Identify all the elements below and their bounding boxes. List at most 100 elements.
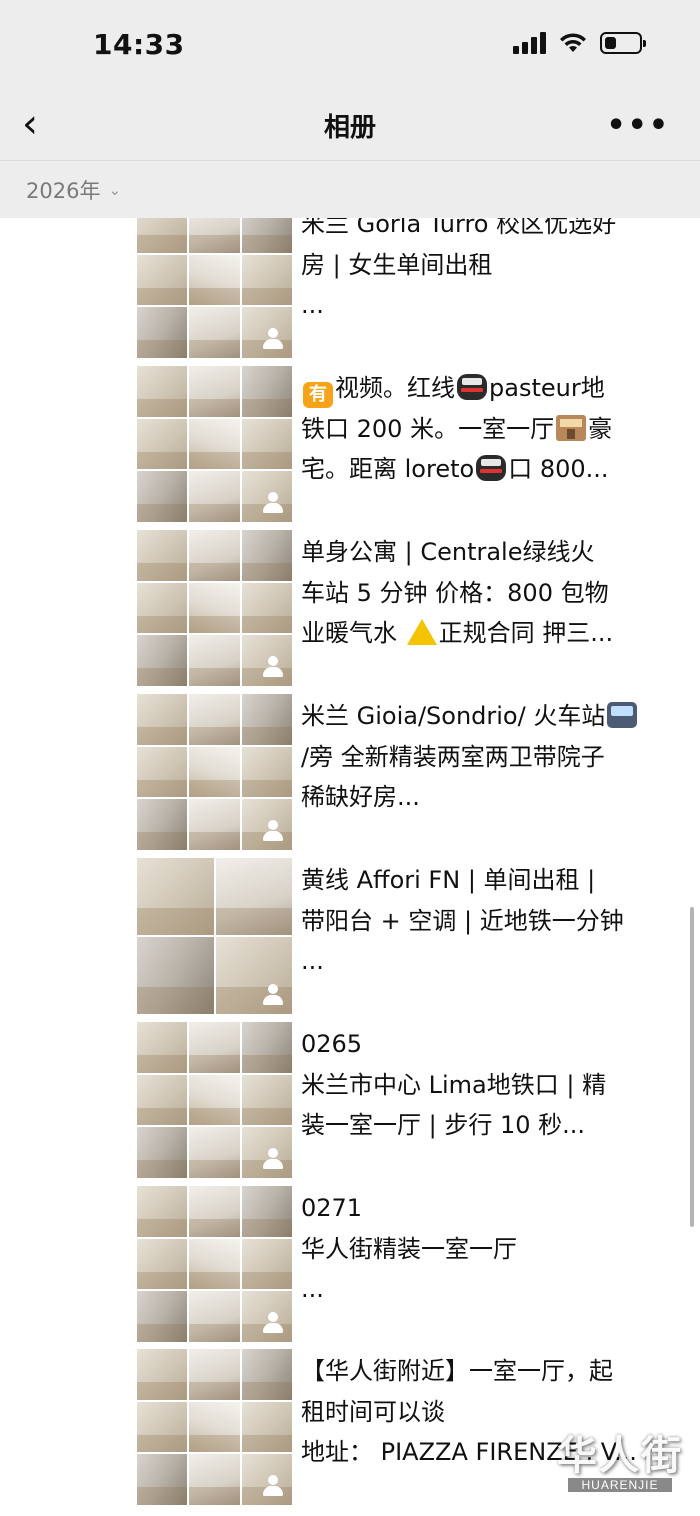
photo-thumbnail[interactable]	[189, 799, 240, 850]
photo-thumbnail[interactable]	[189, 1454, 240, 1505]
photo-thumbnail[interactable]	[189, 582, 240, 634]
caption-text: 铁口 200 米。一室一厅	[301, 414, 555, 443]
photo-thumbnail[interactable]	[137, 1349, 188, 1400]
photo-thumbnail[interactable]	[137, 858, 214, 935]
metro-emoji-icon	[457, 374, 487, 400]
post-caption[interactable]: 0265 米兰市中心 Lima地铁口 | 精 装一室一厅 | 步行 10 秒..…	[301, 1024, 653, 1146]
caption-line: ...	[301, 947, 324, 975]
page-title: 相册	[323, 113, 376, 143]
train-emoji-icon	[607, 702, 638, 728]
photo-thumbnail[interactable]	[241, 1238, 292, 1290]
photo-thumbnail[interactable]	[241, 694, 292, 745]
photo-thumbnail[interactable]	[241, 366, 292, 417]
album-feed[interactable]: 米兰 Gorla Turro 校区优选好 房 | 女生单间出租 ... 有视频。…	[0, 156, 700, 1516]
photo-thumbnail[interactable]	[137, 366, 188, 417]
caption-line: 装一室一厅 | 步行 10 秒...	[301, 1111, 586, 1139]
photo-thumbnail[interactable]	[241, 1074, 292, 1126]
photo-thumbnail[interactable]	[137, 1127, 188, 1178]
caption-line: ...	[301, 291, 324, 319]
caption-line: 黄线 Affori FN | 单间出租 |	[301, 866, 596, 894]
photo-thumbnail[interactable]	[189, 1238, 240, 1290]
album-post[interactable]: 0271 华人街精装一室一厅 ...	[137, 1186, 667, 1342]
post-caption[interactable]: 米兰 Gioia/Sondrio/ 火车站 /旁 全新精装两室两卫带院子 稀缺好…	[301, 696, 653, 818]
watermark-logo: 华人街 HUARENJIE	[550, 1434, 690, 1498]
caption-line: 带阳台 + 空调 | 近地铁一分钟	[301, 906, 624, 935]
watermark-cn: 华人街	[557, 1432, 683, 1479]
album-post[interactable]: 单身公寓 | Centrale绿线火 车站 5 分钟 价格：800 包物 业暖气…	[137, 530, 667, 686]
photo-thumbnail[interactable]	[189, 1349, 240, 1400]
photo-thumbnail[interactable]	[137, 471, 188, 522]
post-caption[interactable]: 0271 华人街精装一室一厅 ...	[301, 1188, 653, 1310]
photo-thumbnail[interactable]	[241, 418, 292, 470]
post-caption[interactable]: 米兰 Gorla Turro 校区优选好 房 | 女生单间出租 ...	[301, 204, 653, 326]
photo-thumbnail[interactable]	[137, 937, 214, 1014]
photo-thumbnail[interactable]	[137, 530, 188, 581]
photo-thumbnail[interactable]	[137, 746, 188, 798]
photo-thumbnail[interactable]	[189, 366, 240, 417]
post-caption[interactable]: 单身公寓 | Centrale绿线火 车站 5 分钟 价格：800 包物 业暖气…	[301, 532, 653, 654]
album-post[interactable]: 0265 米兰市中心 Lima地铁口 | 精 装一室一厅 | 步行 10 秒..…	[137, 1022, 667, 1178]
caption-text: 宅。距离 loreto	[301, 455, 475, 483]
photo-thumbnail[interactable]	[189, 694, 240, 745]
cellular-signal-icon	[513, 32, 546, 54]
photo-thumbnail[interactable]	[189, 307, 240, 358]
wifi-icon	[560, 33, 586, 52]
user-icon	[262, 820, 284, 842]
photo-thumbnail[interactable]	[137, 254, 188, 306]
album-post[interactable]: 米兰 Gorla Turro 校区优选好 房 | 女生单间出租 ...	[137, 202, 667, 358]
caption-line: 房 | 女生单间出租	[301, 250, 493, 279]
photo-thumbnail[interactable]	[241, 582, 292, 634]
photo-thumbnail[interactable]	[241, 1349, 292, 1400]
photo-thumbnail[interactable]	[137, 1238, 188, 1290]
caption-line: ...	[301, 1275, 324, 1303]
photo-thumbnail[interactable]	[137, 694, 188, 745]
photo-thumbnail[interactable]	[241, 254, 292, 306]
album-post[interactable]: 有视频。红线 pasteur地 铁口 200 米。一室一厅 豪 宅。距离 loret…	[137, 366, 667, 522]
more-options-button[interactable]: •••	[606, 108, 670, 143]
photo-thumbnail[interactable]	[189, 530, 240, 581]
year-filter-dropdown[interactable]: 2026年 ⌄	[26, 175, 121, 205]
photo-thumbnail[interactable]	[137, 635, 188, 686]
battery-icon	[600, 32, 646, 54]
photo-thumbnail[interactable]	[189, 746, 240, 798]
post-caption[interactable]: 黄线 Affori FN | 单间出租 | 带阳台 + 空调 | 近地铁一分钟 …	[301, 860, 653, 982]
photo-thumbnail[interactable]	[189, 471, 240, 522]
metro-emoji-icon	[476, 455, 507, 481]
post-caption[interactable]: 有视频。红线 pasteur地 铁口 200 米。一室一厅 豪 宅。距离 loret…	[301, 368, 653, 490]
album-post[interactable]: 米兰 Gioia/Sondrio/ 火车站 /旁 全新精装两室两卫带院子 稀缺好…	[137, 694, 667, 850]
photo-thumbnail[interactable]	[241, 1186, 292, 1237]
photo-thumbnail[interactable]	[137, 1291, 188, 1342]
photo-thumbnail[interactable]	[137, 1401, 188, 1453]
photo-thumbnail[interactable]	[137, 582, 188, 634]
photo-thumbnail[interactable]	[189, 1074, 240, 1126]
photo-thumbnail[interactable]	[189, 418, 240, 470]
photo-thumbnail[interactable]	[137, 1454, 188, 1505]
photo-thumbnail[interactable]	[241, 530, 292, 581]
scrollbar[interactable]	[690, 907, 694, 1227]
photo-thumbnail[interactable]	[137, 1022, 188, 1073]
photo-thumbnail[interactable]	[189, 1291, 240, 1342]
caption-line: 米兰市中心 Lima地铁口 | 精	[301, 1070, 607, 1099]
photo-thumbnail[interactable]	[189, 1401, 240, 1453]
caption-text: pasteur地	[489, 374, 605, 402]
warning-emoji-icon	[406, 619, 437, 645]
caption-line: 车站 5 分钟 价格：800 包物	[301, 578, 609, 607]
photo-thumbnail[interactable]	[189, 1022, 240, 1073]
photo-thumbnail[interactable]	[241, 746, 292, 798]
caption-line: 0271	[301, 1194, 363, 1222]
photo-thumbnail[interactable]	[137, 1074, 188, 1126]
photo-thumbnail[interactable]	[189, 254, 240, 306]
album-post[interactable]: 黄线 Affori FN | 单间出租 | 带阳台 + 空调 | 近地铁一分钟 …	[137, 858, 667, 1014]
photo-thumbnail[interactable]	[241, 1022, 292, 1073]
photo-thumbnail[interactable]	[137, 799, 188, 850]
photo-thumbnail[interactable]	[137, 1186, 188, 1237]
photo-thumbnail[interactable]	[189, 1186, 240, 1237]
caption-text: 正规合同 押三...	[438, 619, 614, 647]
photo-thumbnail[interactable]	[241, 1401, 292, 1453]
user-icon	[262, 1475, 284, 1497]
photo-thumbnail[interactable]	[137, 307, 188, 358]
photo-thumbnail[interactable]	[137, 418, 188, 470]
photo-thumbnail[interactable]	[189, 1127, 240, 1178]
photo-thumbnail[interactable]	[189, 635, 240, 686]
photo-thumbnail[interactable]	[215, 858, 292, 935]
